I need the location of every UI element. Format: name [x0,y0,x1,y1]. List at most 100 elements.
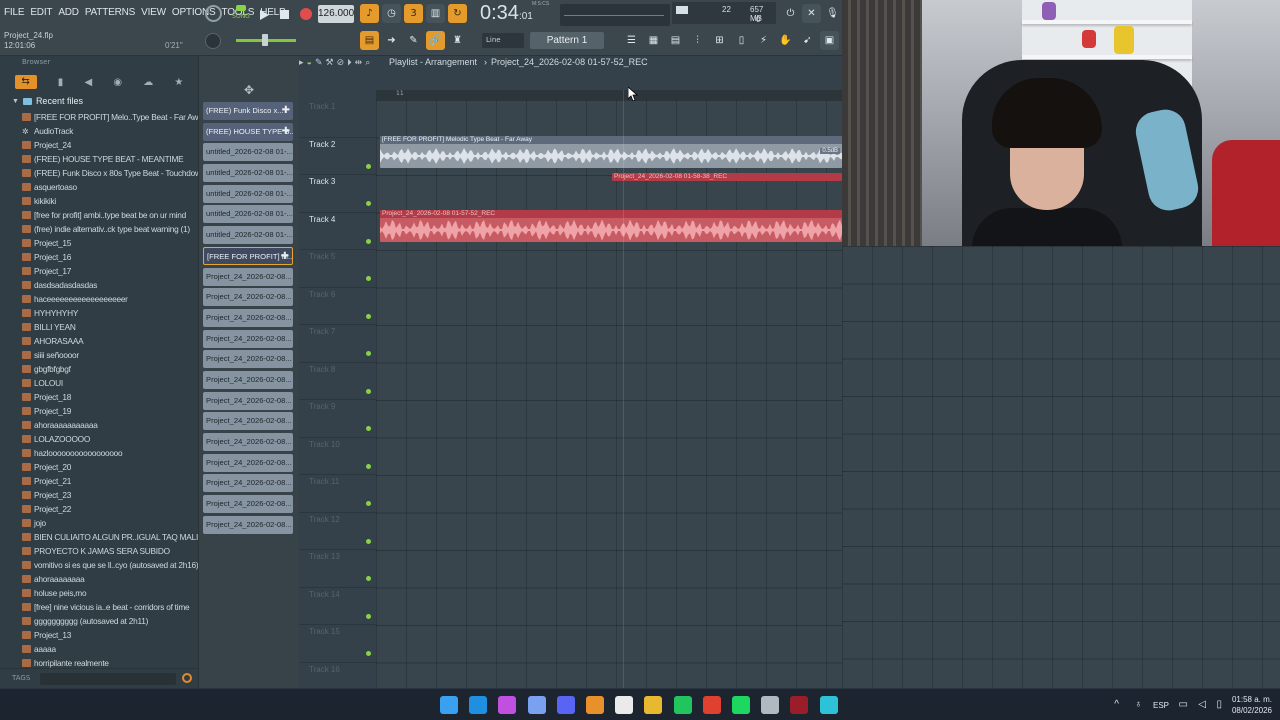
recent-file-item[interactable]: HYHYHYHY [22,306,198,320]
picker-clip[interactable]: untitled_2026-02-08 01-... [203,164,293,183]
track-mute-led[interactable] [366,276,371,281]
track-header[interactable]: Track 4 [299,213,376,250]
pattern-selector[interactable]: Pattern 1 [530,32,604,49]
picker-clip[interactable]: Project_24_2026-02-08... [203,453,293,472]
picker-clip[interactable]: (FREE) HOUSE TYPE B... ✚ [203,122,293,141]
track-mute-led[interactable] [366,426,371,431]
paint-icon[interactable]: ⚒ [326,57,334,69]
recent-file-item[interactable]: dasdsadasdasdas [22,278,198,292]
picker-clip[interactable]: Project_24_2026-02-08... [203,474,293,493]
copilot-icon[interactable] [498,696,517,714]
devhome-icon[interactable] [527,696,546,714]
battery-icon[interactable]: ▯ [1216,699,1222,710]
track-mute-led[interactable] [366,388,371,394]
typing-keyboard-button[interactable]: ▤ [360,31,379,50]
clock[interactable]: 01:58 a. m. 08/02/2026 [1232,694,1272,716]
recent-file-item[interactable]: (free) indie alternativ..ck type beat wa… [22,222,198,236]
loop-record-button[interactable]: ↻ [448,4,467,23]
track-header[interactable]: Track 6 [299,288,376,325]
recent-file-item[interactable]: (FREE) HOUSE TYPE BEAT - MEANTIME [22,152,198,166]
picker-clip[interactable]: Project_24_2026-02-08... [203,308,293,327]
arrangement-grid[interactable]: 11 [FREE FOR PROFIT] Melodic Type Beat -… [376,90,842,688]
picker-clip[interactable]: Project_24_2026-02-08... [203,515,293,534]
audio-clip-track3[interactable]: Project_24_2026-02-08 01-58-38_REC [612,173,842,181]
recent-file-item[interactable]: ✲ AudioTrack [22,124,198,138]
app-green-icon[interactable] [673,696,692,714]
mixer-button[interactable]: ⫶ [688,31,707,50]
pencil-icon[interactable]: ✎ [315,57,323,69]
picker-clip[interactable]: Project_24_2026-02-08... [203,495,293,514]
recent-file-item[interactable]: hazlooooooooooooooooo [22,446,198,460]
tags-search-field[interactable] [40,673,176,685]
recent-file-item[interactable]: BIEN CULIAITO ALGUN PR..IGUAL TAQ MALITO… [22,530,198,544]
record-button[interactable] [296,4,315,23]
track-header[interactable]: Track 3 [299,175,376,213]
track-header[interactable]: Track 13 [299,550,376,588]
mic-button[interactable]: 🎙 [823,4,842,23]
picker-clip[interactable]: untitled_2026-02-08 01-... [203,205,293,224]
wait-input-button[interactable]: ◷ [382,4,401,23]
picker-clip[interactable]: untitled_2026-02-08 01-... [203,184,293,203]
browser-tab-plugins[interactable]: ◉ [113,77,122,88]
picker-clip[interactable]: Project_24_2026-02-08... [203,391,293,410]
track-mute-led[interactable] [366,501,371,506]
channel-rack-button[interactable]: ▦ [644,31,663,50]
recent-file-item[interactable]: ahoraaaaaaaaaaa [22,418,198,432]
snap-selector[interactable]: Line [482,33,524,48]
language-indicator[interactable]: ESP [1153,701,1169,710]
notepad-icon[interactable] [819,696,838,714]
recent-file-item[interactable]: vomitivo si es que se ll..cyo (autosaved… [22,558,198,572]
track-mute-led[interactable] [366,201,371,206]
menu-view[interactable]: VIEW [141,7,166,18]
recent-file-item[interactable]: AHORASAAA [22,334,198,348]
tempo-display[interactable]: 126.000 [318,5,354,23]
metronome-button[interactable]: ♪ [360,4,379,23]
track-header[interactable]: Track 12 [299,513,376,550]
track-header[interactable]: Track 9 [299,400,376,438]
track-mute-led[interactable] [366,463,371,469]
track-header[interactable]: Track 2 [299,138,376,175]
track-header[interactable]: Track 7 [299,325,376,363]
recent-file-item[interactable]: asquertoaso [22,180,198,194]
browser-tab-all[interactable]: ⇆ [14,75,37,89]
mute-icon[interactable]: ⏵ [347,57,352,69]
browser-tab-cloud[interactable]: ☁ [143,77,153,88]
tools-button[interactable]: ✕ [802,4,821,23]
audio-clip-track4[interactable]: Project_24_2026-02-08 01-57-52_REC [380,210,842,242]
recent-file-item[interactable]: [free for profit] ambi..type beat be on … [22,208,198,222]
playhead[interactable] [623,90,624,688]
browser-tab-files[interactable]: ▮ [58,77,64,88]
recent-file-item[interactable]: gbgfbfgbgf [22,362,198,376]
recent-file-item[interactable]: Project_13 [22,628,198,642]
recent-file-item[interactable]: aaaaa [22,642,198,656]
track-header[interactable]: Track 1 [299,100,376,138]
recent-file-item[interactable]: Project_15 [22,236,198,250]
picker-clip[interactable]: [FREE FOR PROFIT] M... ✚ [203,246,293,265]
recent-file-item[interactable]: siiii señoooor [22,348,198,362]
recent-file-item[interactable]: LOLAZOOOOO [22,432,198,446]
recent-file-item[interactable]: Project_21 [22,474,198,488]
master-volume-handle[interactable] [262,34,268,46]
recent-file-item[interactable]: Project_24 [22,138,198,152]
track-header[interactable]: Track 14 [299,588,376,625]
recent-file-item[interactable]: holuse peis,mo [22,586,198,600]
picker-clip[interactable]: Project_24_2026-02-08... [203,329,293,348]
recent-file-item[interactable]: haceeeeeeeeeeeeeeeeeer [22,292,198,306]
recent-file-item[interactable]: (FREE) Funk Disco x 80s Type Beat - Touc… [22,166,198,180]
track-mute-led[interactable] [366,238,371,244]
windows-start-icon[interactable] [440,696,458,714]
grid-background[interactable] [376,100,842,688]
add-icon[interactable]: ✚ [281,248,289,264]
recent-files-header[interactable]: ▼ Recent files [12,96,83,106]
recent-file-item[interactable]: Project_17 [22,264,198,278]
play-button[interactable] [254,5,273,24]
mic-icon[interactable]: ♁ [1135,699,1143,710]
touch-controller-button[interactable]: ✋ [776,31,795,50]
picker-clip[interactable]: Project_24_2026-02-08... [203,412,293,431]
track-header[interactable]: Track 11 [299,475,376,513]
menu-add[interactable]: ADD [58,7,79,18]
timeline-ruler[interactable]: 11 [376,90,842,100]
recent-file-item[interactable]: PROYECTO K JAMAS SERA SUBIDO [22,544,198,558]
stop-button[interactable] [275,5,294,24]
explorer-icon[interactable] [644,696,663,714]
